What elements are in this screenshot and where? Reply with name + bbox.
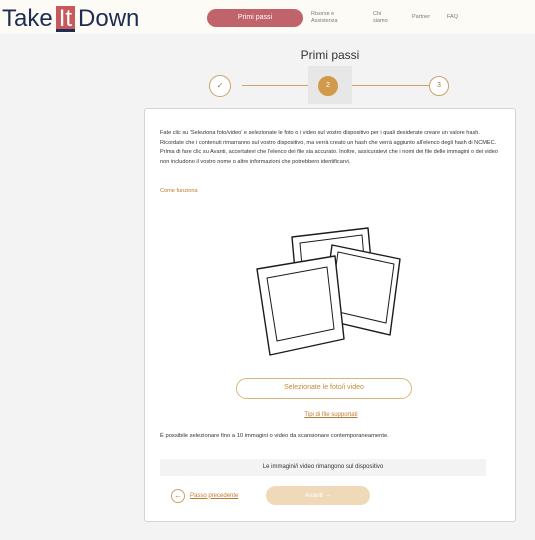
progress-stepper: ✓ 2 3 [180, 66, 480, 104]
page-title: Primi passi [300, 48, 360, 62]
stepper-line-2 [350, 85, 430, 86]
stepper-line-1 [242, 85, 312, 86]
instructions-text: Fate clic su 'Seleziona foto/video' e se… [160, 130, 498, 165]
nav-primi-passi[interactable]: Primi passi [207, 9, 303, 27]
nav-chi-siamo[interactable]: Chi siamo [373, 11, 393, 25]
previous-step-link[interactable]: ← Passo precedente [171, 487, 238, 504]
step-2-current: 2 [318, 76, 338, 96]
logo-text-take: Take [2, 5, 53, 32]
step-3: 3 [429, 76, 449, 96]
step-1-complete-icon: ✓ [209, 75, 231, 97]
take-it-down-logo[interactable]: Take It Down [2, 6, 139, 32]
nav-faq[interactable]: FAQ [447, 14, 458, 21]
upload-card: Fate clic su 'Seleziona foto/video' e se… [144, 108, 516, 522]
how-it-works-link[interactable]: Come funziona [160, 188, 198, 194]
logo-text-it: It [55, 6, 76, 32]
stays-on-device-notice: Le immagini/i video rimangono sul dispos… [160, 459, 486, 476]
nav-partner[interactable]: Partner [412, 14, 430, 21]
selection-limit-text: È possibile selezionare fino a 10 immagi… [160, 433, 389, 439]
next-button[interactable]: Avanti → [266, 486, 370, 505]
select-photos-button[interactable]: Selezionate le foto/i video [236, 378, 412, 399]
photos-stack-illustration [256, 227, 401, 356]
previous-step-label: Passo precedente [190, 492, 239, 499]
nav-risorse-assistenza[interactable]: Risorse e Assistenza [311, 11, 351, 25]
arrow-left-icon: ← [171, 488, 185, 503]
logo-text-down: Down [78, 5, 140, 32]
supported-file-types-link[interactable]: Tipi di file supportati [145, 412, 517, 418]
top-header: Take It Down Primi passi Risorse e Assiste… [0, 0, 535, 34]
